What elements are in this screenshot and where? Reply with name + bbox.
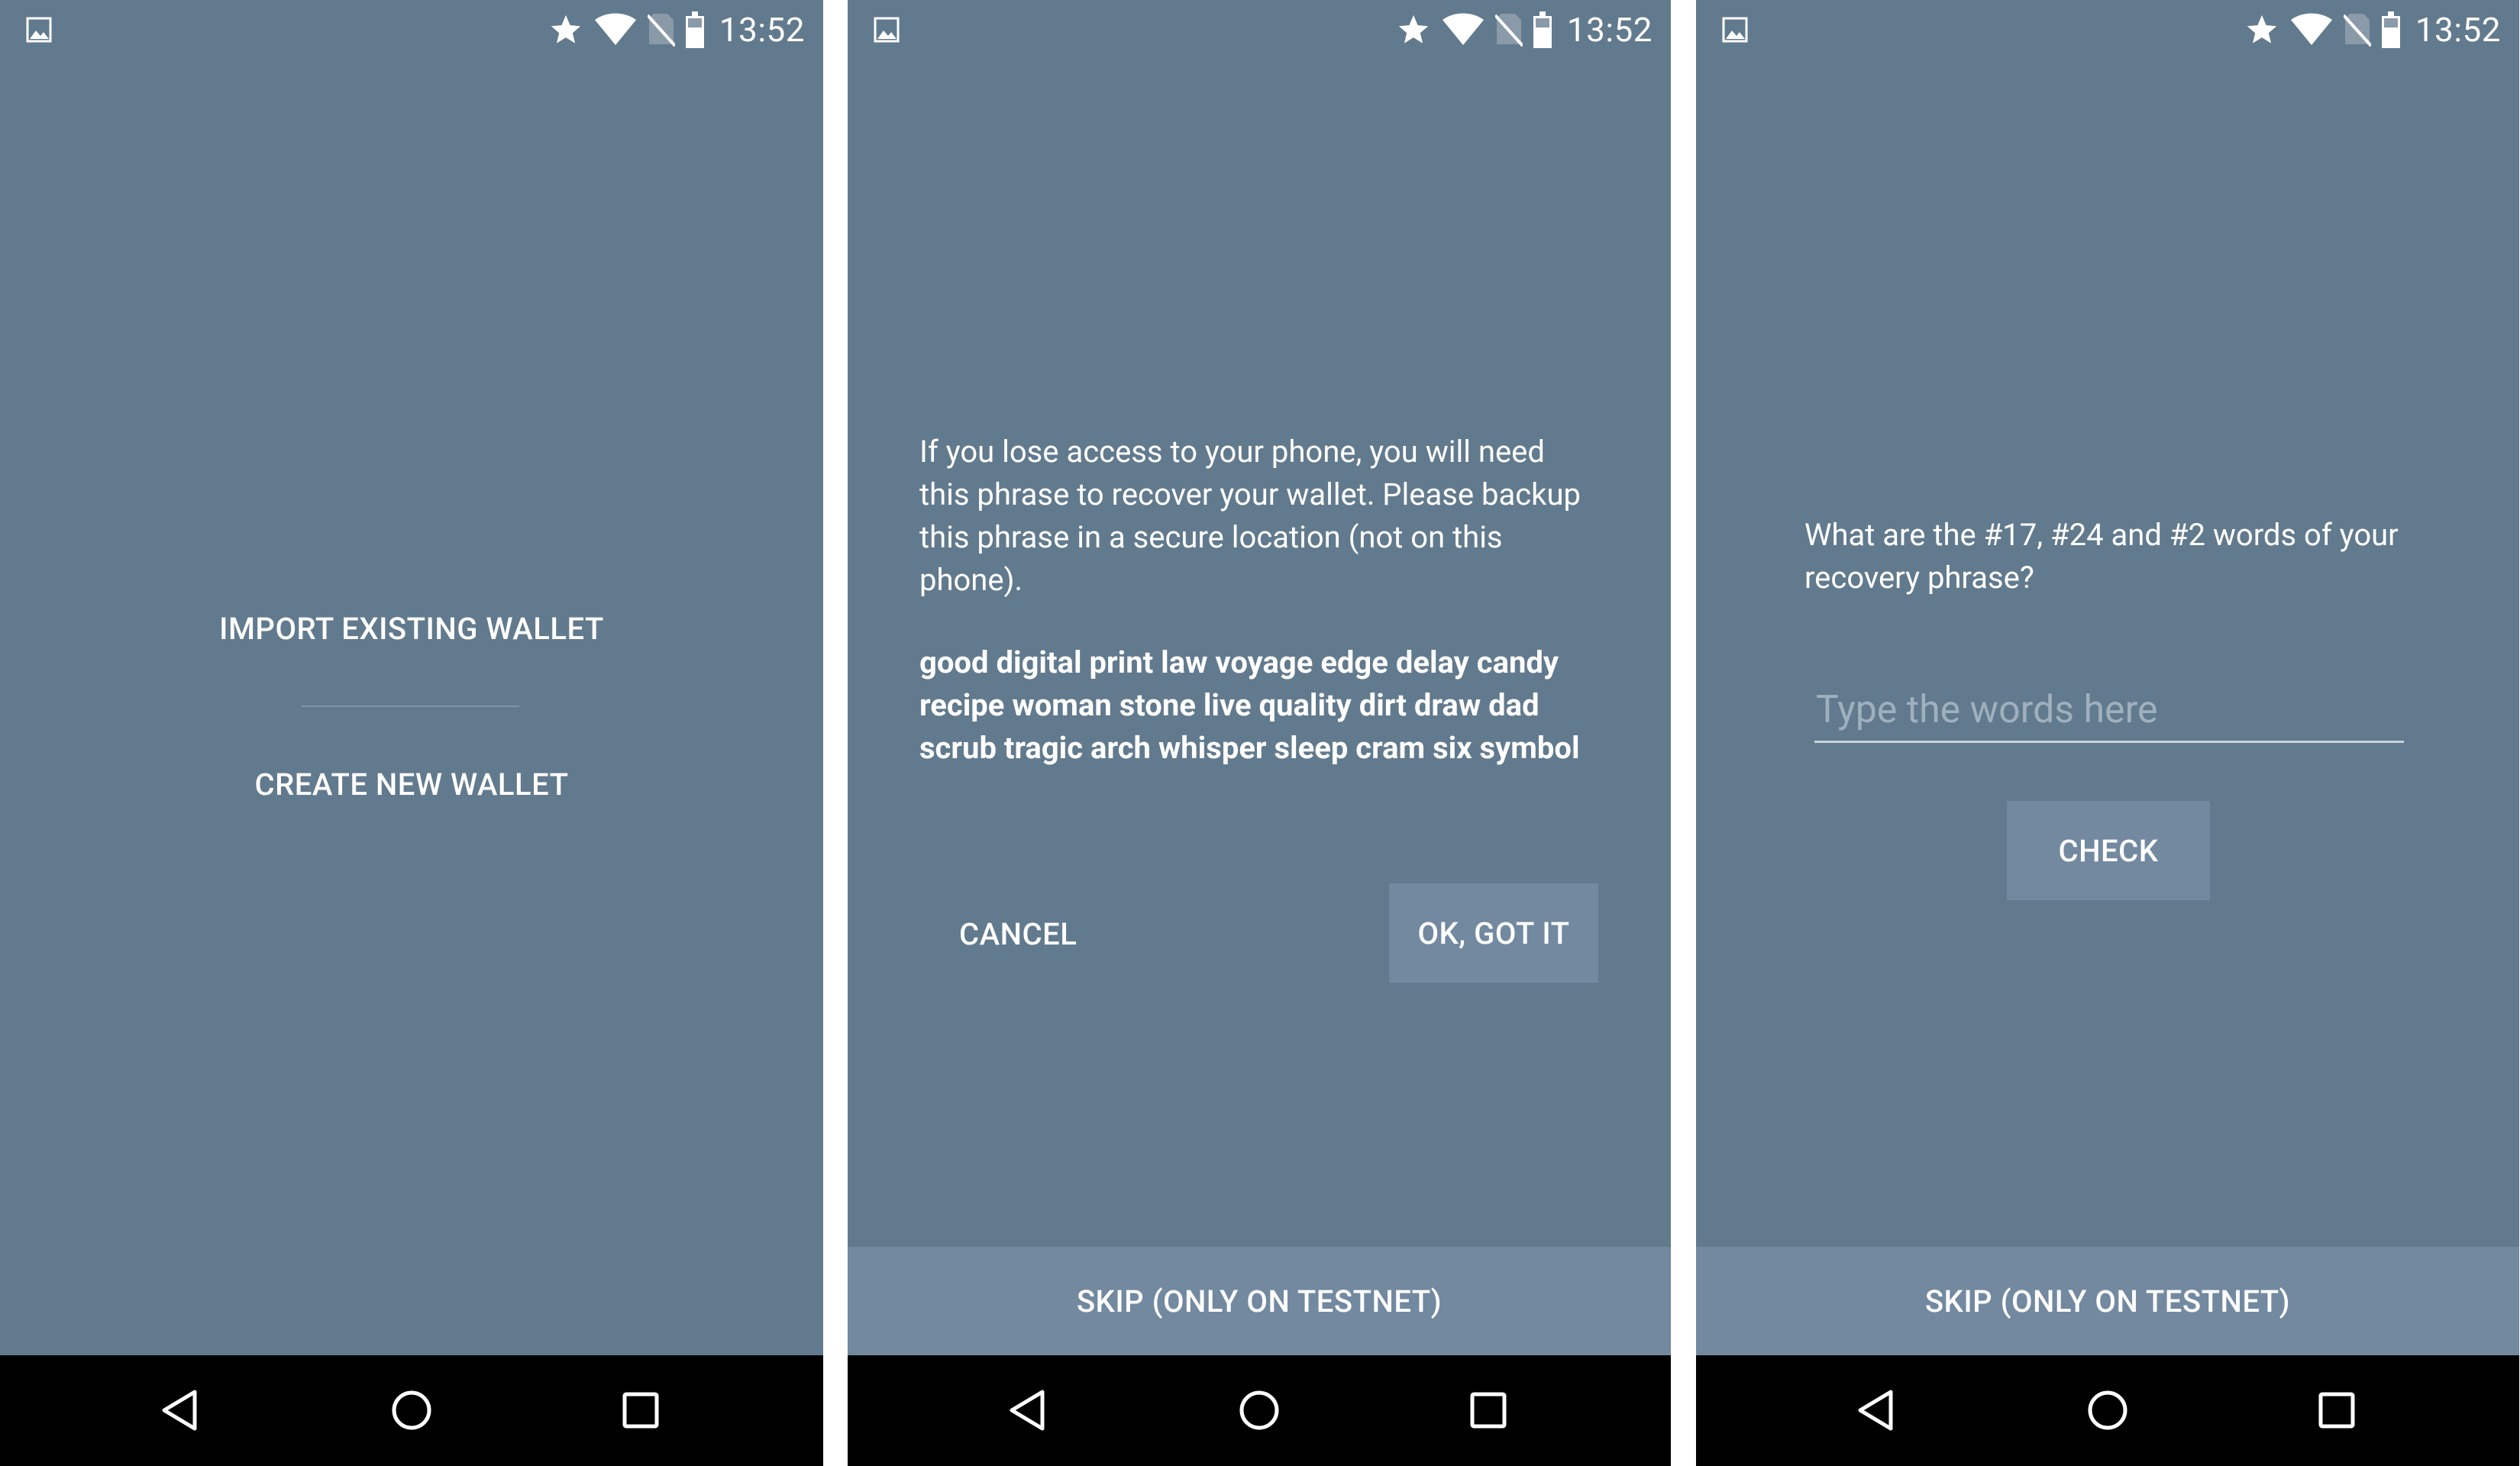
navigation-bar [1696, 1355, 2519, 1466]
status-time: 13:52 [1566, 10, 1653, 50]
phone-screen-start: 13:52 IMPORT EXISTING WALLET CREATE NEW … [0, 0, 823, 1466]
status-time: 13:52 [2415, 10, 2501, 50]
recents-icon[interactable] [616, 1386, 665, 1435]
phone-screen-verify-phrase: 13:52 What are the #17, #24 and #2 words… [1696, 0, 2519, 1466]
navigation-bar [848, 1355, 1671, 1466]
ok-got-it-button[interactable]: OK, GOT IT [1389, 883, 1598, 983]
back-icon[interactable] [1853, 1386, 1901, 1435]
back-icon[interactable] [157, 1386, 205, 1435]
battery-icon [685, 11, 704, 48]
no-sim-icon [2343, 14, 2371, 47]
wifi-icon [594, 13, 636, 45]
gallery-icon [26, 17, 52, 43]
battery-icon [2381, 11, 2400, 48]
wifi-icon [1442, 13, 1484, 45]
phone-screen-backup-phrase: 13:52 If you lose access to your phone, … [848, 0, 1671, 1466]
recovery-words-input[interactable]: Type the words here [1814, 687, 2404, 743]
home-icon[interactable] [387, 1386, 436, 1435]
status-bar: 13:52 [848, 0, 1671, 61]
star-icon [1398, 15, 1429, 44]
home-icon[interactable] [1235, 1386, 1284, 1435]
recents-icon[interactable] [2312, 1386, 2361, 1435]
create-new-wallet-button[interactable]: CREATE NEW WALLET [0, 767, 823, 802]
no-sim-icon [647, 14, 675, 47]
skip-testnet-button[interactable]: SKIP (ONLY ON TESTNET) [848, 1247, 1671, 1355]
back-icon[interactable] [1004, 1386, 1053, 1435]
skip-testnet-button[interactable]: SKIP (ONLY ON TESTNET) [1696, 1247, 2519, 1355]
recovery-phrase: good digital print law voyage edge delay… [919, 644, 1580, 766]
import-existing-wallet-button[interactable]: IMPORT EXISTING WALLET [0, 611, 823, 647]
home-icon[interactable] [2083, 1386, 2132, 1435]
menu-divider [302, 706, 519, 707]
backup-warning-text: If you lose access to your phone, you wi… [919, 434, 1581, 598]
wifi-icon [2290, 13, 2332, 45]
star-icon [551, 15, 581, 44]
check-button[interactable]: CHECK [2007, 801, 2210, 900]
verify-question: What are the #17, #24 and #2 words of yo… [1804, 517, 2399, 596]
status-bar: 13:52 [0, 0, 823, 61]
gallery-icon [1722, 17, 1748, 43]
star-icon [2247, 15, 2277, 44]
status-bar: 13:52 [1696, 0, 2519, 61]
battery-icon [1533, 11, 1552, 48]
recents-icon[interactable] [1464, 1386, 1513, 1435]
no-sim-icon [1494, 14, 1523, 47]
status-time: 13:52 [719, 10, 805, 50]
gallery-icon [874, 17, 900, 43]
navigation-bar [0, 1355, 823, 1466]
cancel-button[interactable]: CANCEL [959, 916, 1077, 952]
